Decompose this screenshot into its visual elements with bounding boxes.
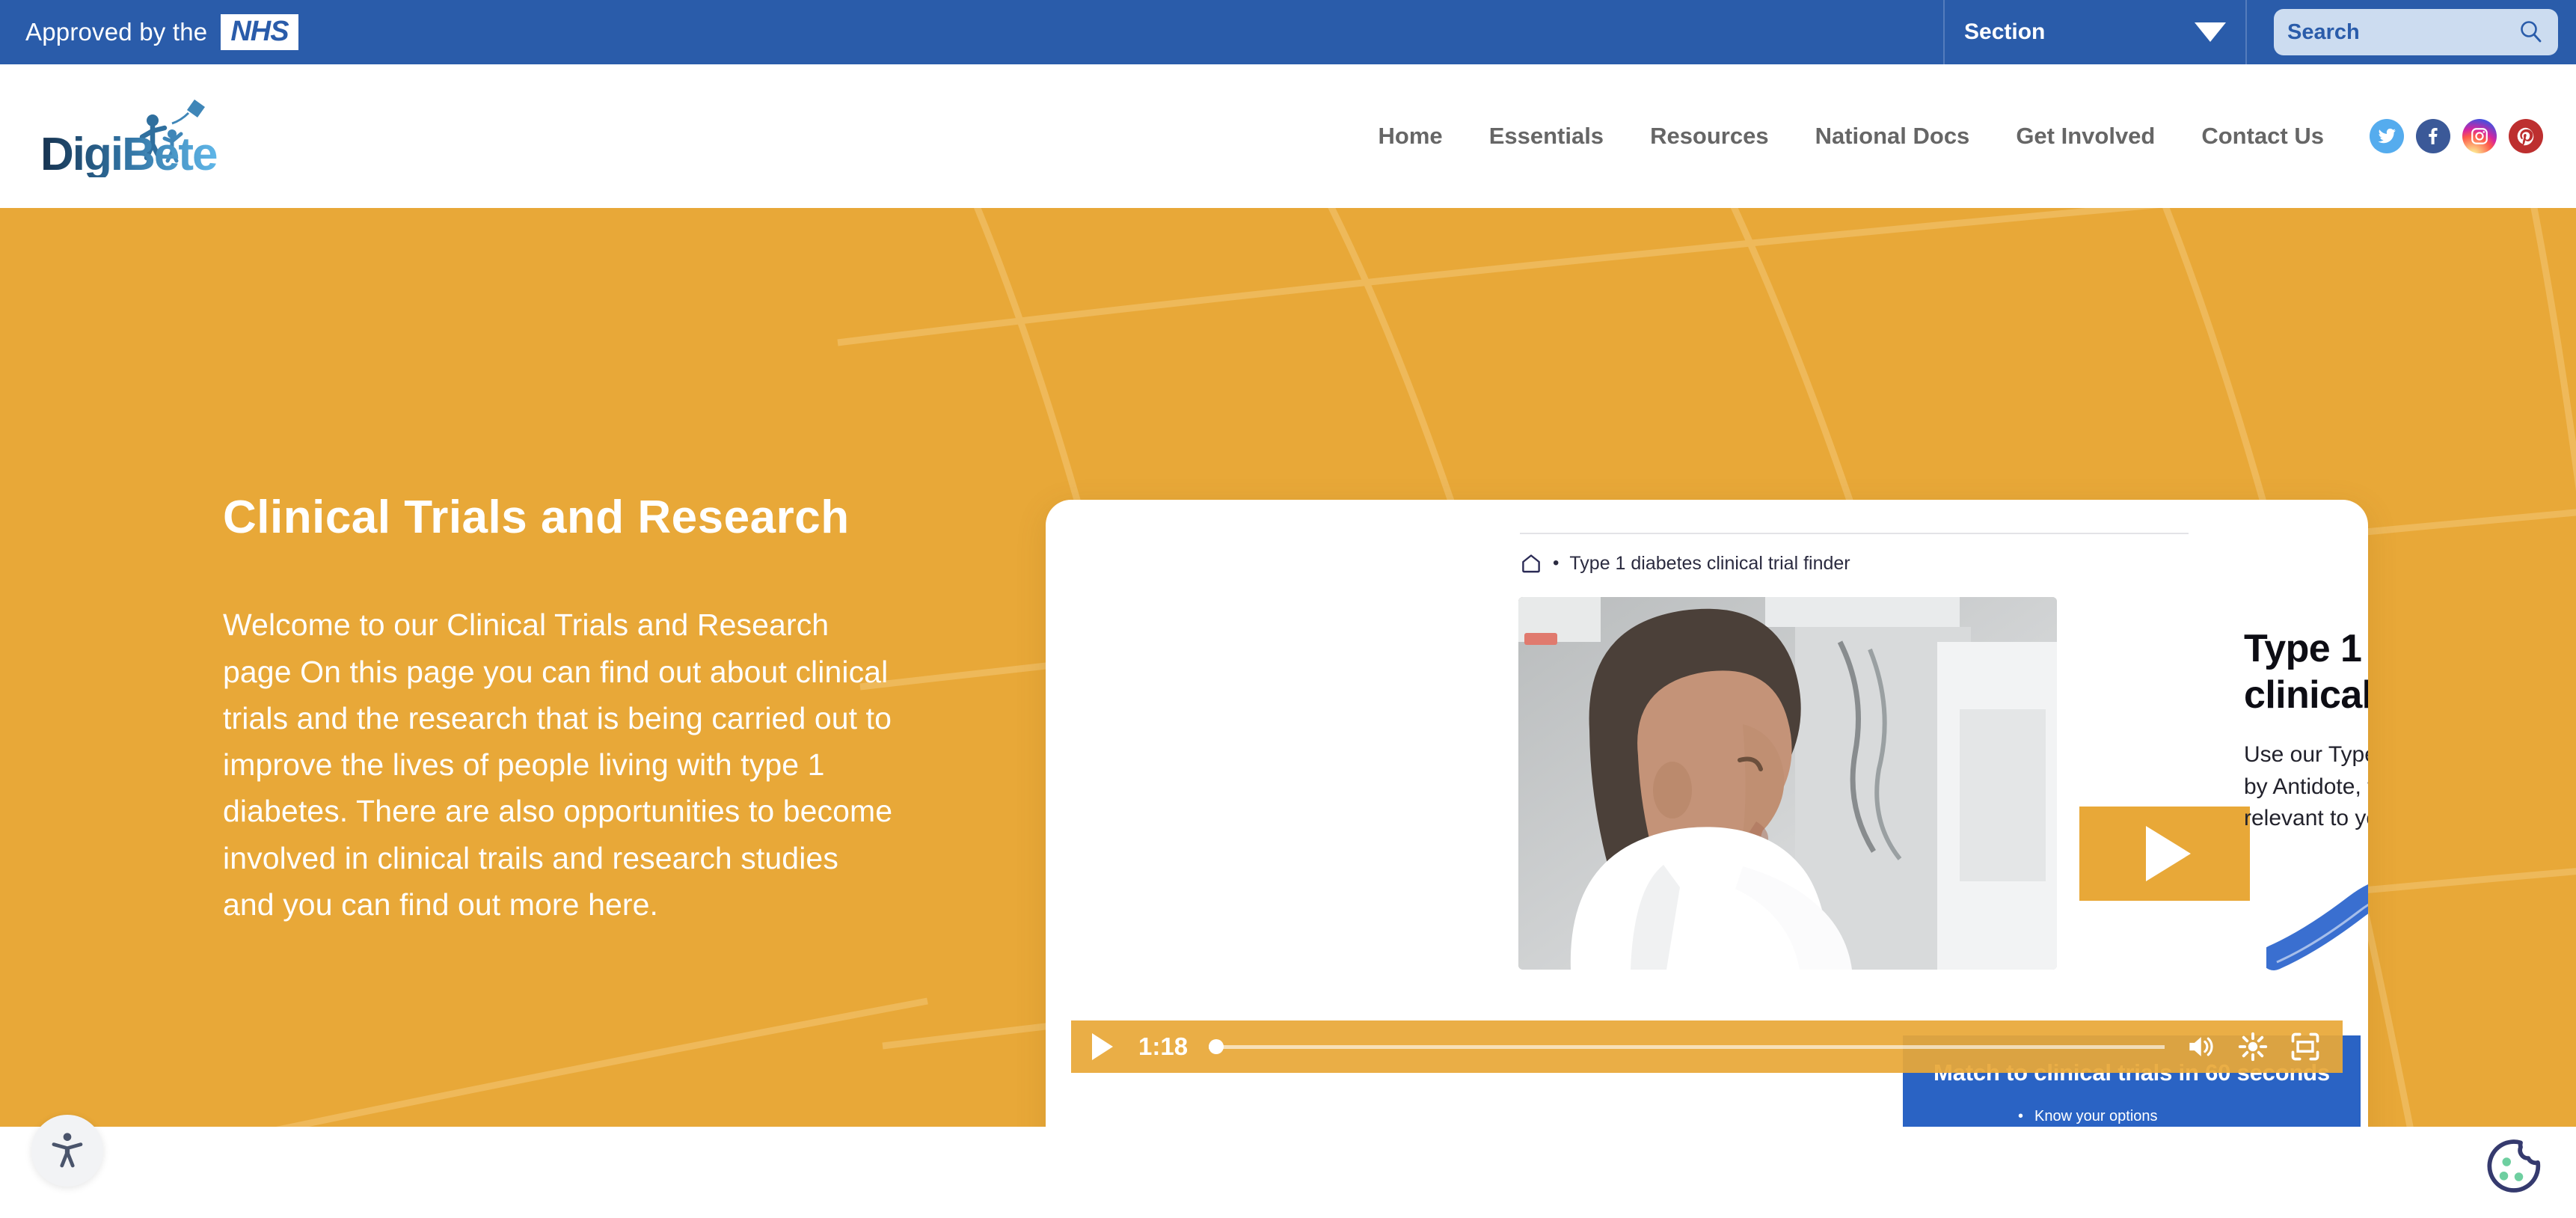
facebook-icon[interactable]: [2416, 119, 2450, 153]
progress-handle[interactable]: [1209, 1039, 1224, 1054]
fullscreen-icon[interactable]: [2289, 1030, 2322, 1063]
blue-squiggle-decoration: [2266, 829, 2368, 979]
chevron-down-icon: [2195, 22, 2226, 42]
hero-body-text: Welcome to our Clinical Trials and Resea…: [223, 608, 893, 922]
nav-item-get-involved[interactable]: Get Involved: [1993, 123, 2178, 150]
svg-text:DigiBete: DigiBete: [40, 129, 217, 177]
breadcrumb-label[interactable]: Type 1 diabetes clinical trial finder: [1569, 553, 1850, 575]
nhs-top-bar: Approved by the NHS Section Search: [0, 0, 2576, 64]
progress-bar[interactable]: [1209, 1037, 2165, 1056]
nhs-logo: NHS: [221, 14, 298, 50]
content-divider: [1520, 533, 2189, 534]
play-icon: [1092, 1033, 1113, 1060]
play-overlay-button[interactable]: [2079, 807, 2250, 901]
search-input[interactable]: Search: [2274, 9, 2558, 55]
hero-section: Clinical Trials and Research Welcome to …: [0, 208, 2576, 1127]
finder-description: Use our Type 1 Trial Finder, powered by …: [2244, 742, 2368, 831]
finder-title: Type 1 diabetes clinical trial finder: [2244, 627, 2368, 717]
instagram-icon[interactable]: [2462, 119, 2497, 153]
digibete-logo[interactable]: DigiBete: [39, 95, 286, 177]
home-icon[interactable]: [1520, 552, 1542, 575]
video-thumbnail[interactable]: [1518, 597, 2057, 970]
topbar-right-group: Section Search: [1943, 0, 2576, 64]
cookie-settings-button[interactable]: [2477, 1130, 2549, 1202]
progress-track: [1209, 1044, 2165, 1049]
list-item: Know your options: [2018, 1104, 2361, 1127]
video-controls-bar: 1:18: [1071, 1020, 2343, 1073]
search-icon[interactable]: [2518, 19, 2545, 46]
play-icon: [2146, 826, 2191, 881]
volume-icon[interactable]: [2184, 1030, 2217, 1063]
page-title: Clinical Trials and Research: [223, 492, 850, 543]
gear-icon[interactable]: [2236, 1030, 2269, 1063]
breadcrumb: • Type 1 diabetes clinical trial finder: [1520, 552, 1850, 575]
cookie-icon: [2487, 1139, 2541, 1193]
main-navigation-bar: DigiBete Home Essentials Resources Natio…: [0, 64, 2576, 208]
breadcrumb-separator: •: [1553, 553, 1560, 573]
search-wrapper: Search: [2247, 0, 2576, 64]
video-hero-row: Type 1 diabetes clinical trial finder Us…: [1518, 597, 2368, 970]
nav-item-resources[interactable]: Resources: [1627, 123, 1792, 150]
nav-item-contact-us[interactable]: Contact Us: [2178, 123, 2347, 150]
promo-card-bullets: Know your options Access the latest trea…: [2018, 1104, 2361, 1127]
twitter-icon[interactable]: [2370, 119, 2404, 153]
play-button[interactable]: [1092, 1032, 1119, 1062]
page-root: Approved by the NHS Section Search DigiB…: [0, 0, 2576, 1218]
nhs-approved-block: Approved by the NHS: [25, 14, 298, 50]
pinterest-icon[interactable]: [2509, 119, 2543, 153]
video-time-display: 1:18: [1138, 1032, 1189, 1060]
accessibility-button[interactable]: [31, 1115, 103, 1187]
hero-text-block: Clinical Trials and Research Welcome to …: [223, 492, 896, 928]
search-placeholder: Search: [2287, 19, 2360, 44]
nav-item-national-docs[interactable]: National Docs: [1792, 123, 1993, 150]
nav-item-home[interactable]: Home: [1355, 123, 1466, 150]
accessibility-person-icon: [52, 1133, 83, 1168]
section-dropdown[interactable]: Section: [1943, 0, 2247, 64]
section-dropdown-label: Section: [1964, 19, 2046, 44]
social-links: [2370, 119, 2543, 153]
nhs-approved-text: Approved by the: [25, 18, 208, 46]
nav-links: Home Essentials Resources National Docs …: [1355, 123, 2347, 150]
nav-item-essentials[interactable]: Essentials: [1466, 123, 1627, 150]
